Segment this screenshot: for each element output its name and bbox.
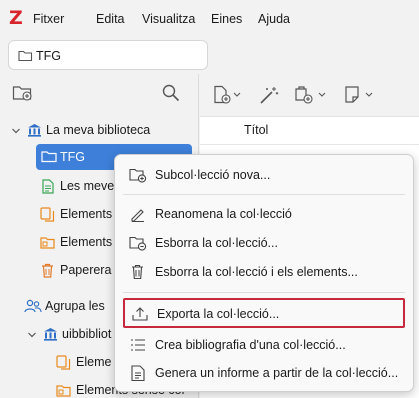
unfiled-items-icon — [56, 385, 71, 397]
menu-item-rename-collection[interactable]: Reanomena la col·lecció — [123, 201, 405, 227]
group-icon — [24, 299, 42, 313]
menubar: Z Fitxer Edita Visualitza Eines Ajuda — [0, 0, 419, 38]
menu-label-rename-collection: Reanomena la col·lecció — [155, 207, 292, 221]
menu-help[interactable]: Ajuda — [258, 12, 290, 26]
menu-view[interactable]: Visualitza — [142, 12, 195, 26]
tree-label-my-library: La meva biblioteca — [46, 123, 151, 137]
zotero-logo: Z — [9, 7, 23, 29]
new-note-icon[interactable] — [344, 85, 378, 105]
document-icon — [42, 179, 54, 194]
menu-item-generate-report[interactable]: Genera un informe a partir de la col·lec… — [123, 360, 405, 386]
menu-label-generate-report: Genera un informe a partir de la col·lec… — [155, 366, 399, 380]
collection-context-menu: Subcol·lecció nova... Reanomena la col·l… — [114, 154, 414, 392]
unfiled-items-icon — [40, 237, 55, 249]
folder-icon — [41, 151, 57, 163]
report-icon — [131, 365, 145, 381]
menu-item-create-bibliography[interactable]: Crea bibliografia d'una col·lecció... — [123, 332, 405, 358]
tree-item-my-library[interactable]: La meva biblioteca — [0, 118, 199, 142]
trash-icon — [42, 263, 53, 278]
new-collection-icon[interactable] — [12, 84, 34, 102]
tab-label: TFG — [36, 49, 61, 63]
menu-tools[interactable]: Eines — [211, 12, 242, 26]
menu-item-delete-collection[interactable]: Esborra la col·lecció... — [123, 230, 405, 256]
new-item-icon[interactable] — [212, 85, 244, 105]
column-header-title[interactable]: Títol — [244, 123, 268, 137]
items-toolbar — [200, 74, 419, 117]
bibliography-icon — [131, 339, 145, 351]
tree-label-groups-header: Agrupa les — [45, 299, 105, 313]
tree-label-my-publications: Les meves — [60, 179, 121, 193]
menu-item-new-subcollection[interactable]: Subcol·lecció nova... — [123, 162, 405, 188]
chevron-down-icon[interactable] — [11, 126, 21, 136]
tree-label-group-library: uibbibliot — [62, 327, 112, 341]
menu-separator — [123, 292, 405, 293]
menu-item-export-collection[interactable]: Exporta la col·lecció... — [123, 298, 405, 328]
menu-label-export-collection: Exporta la col·lecció... — [157, 307, 280, 321]
trash-icon — [132, 264, 143, 280]
search-icon[interactable] — [162, 84, 180, 102]
folder-icon — [18, 50, 33, 62]
library-icon — [44, 328, 57, 341]
export-icon — [132, 307, 148, 321]
menu-label-create-bibliography: Crea bibliografia d'una col·lecció... — [155, 338, 346, 352]
tree-label-elements-1: Elements — [60, 207, 113, 221]
tree-label-trash: Paperera — [60, 263, 112, 277]
header-divider — [200, 144, 419, 145]
delete-collection-icon — [129, 236, 147, 251]
menu-edit[interactable]: Edita — [96, 12, 125, 26]
tree-label-tfg: TFG — [60, 150, 85, 164]
tree-label-elements-2: Elements — [60, 235, 113, 249]
menu-item-delete-collection-and-items[interactable]: Esborra la col·lecció i els elements... — [123, 259, 405, 285]
menu-label-delete-collection: Esborra la col·lecció... — [155, 236, 278, 250]
menu-file[interactable]: Fitxer — [33, 12, 64, 26]
magic-wand-icon[interactable] — [258, 85, 280, 105]
menu-label-delete-collection-and-items: Esborra la col·lecció i els elements... — [155, 265, 358, 279]
duplicate-items-icon — [56, 355, 71, 370]
library-icon — [28, 124, 41, 137]
new-attachment-icon[interactable] — [294, 85, 330, 105]
library-tab[interactable]: TFG — [8, 40, 208, 70]
menu-label-new-subcollection: Subcol·lecció nova... — [155, 168, 271, 182]
tree-label-group-elements-1: Eleme — [76, 355, 112, 369]
duplicate-items-icon — [40, 207, 55, 222]
chevron-down-icon[interactable] — [27, 330, 37, 340]
menu-separator — [123, 194, 405, 195]
pencil-icon — [131, 209, 144, 222]
new-subcollection-icon — [129, 168, 147, 183]
